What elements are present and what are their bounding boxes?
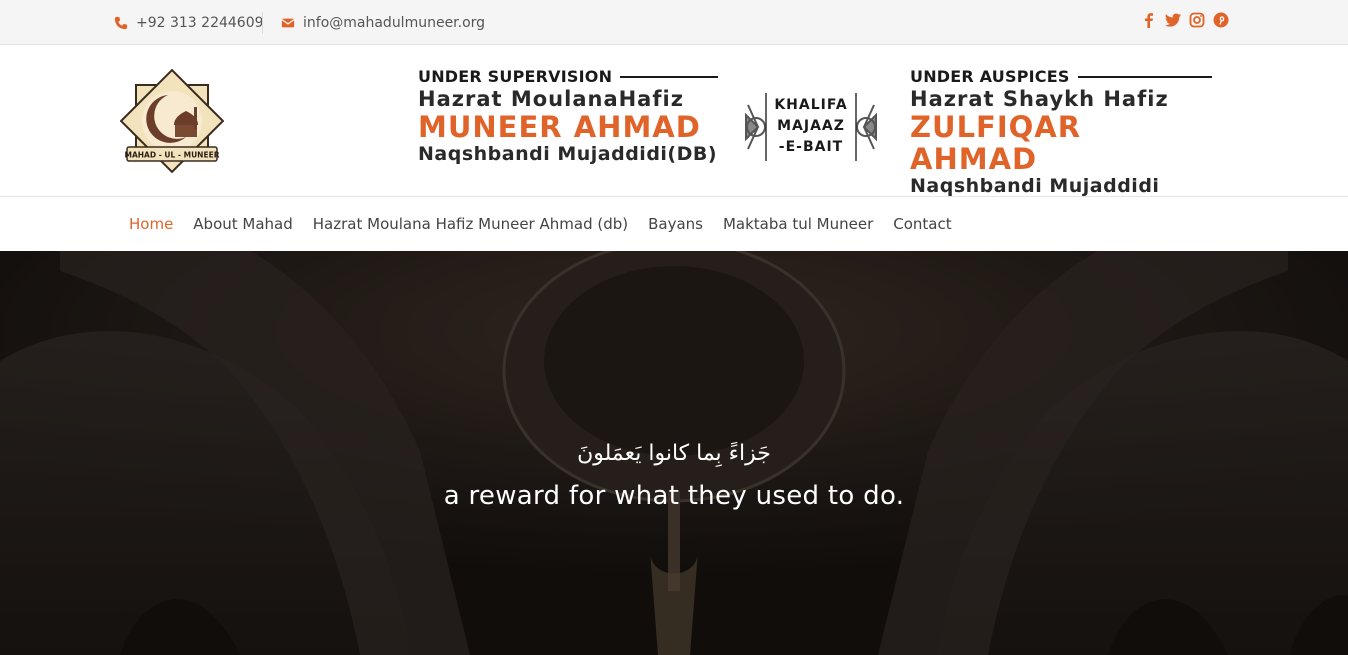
nav-item-maktaba[interactable]: Maktaba tul Muneer [723,215,873,233]
khalifa-line3: -E-BAIT [778,139,844,155]
auspices-kicker: UNDER AUSPICES [910,67,1212,86]
hero-arabic-verse: جَزاءً بِما كانوا يَعمَلونَ [577,441,771,466]
nav-item-hazrat-moulana[interactable]: Hazrat Moulana Hafiz Muneer Ahmad (db) [313,215,628,233]
hero-banner: جَزاءً بِما كانوا يَعمَلونَ a reward for… [0,251,1348,655]
nav-item-home[interactable]: Home [129,215,173,233]
instagram-icon[interactable] [1188,11,1206,29]
phone-icon [114,16,128,30]
phone-number[interactable]: +92 313 2244609 [136,15,264,31]
topbar-divider [262,12,263,34]
email-address[interactable]: info@mahadulmuneer.org [303,15,485,31]
mahad-logo[interactable]: MAHAD - UL - MUNEER [120,69,224,173]
email-contact[interactable]: info@mahadulmuneer.org [281,15,485,31]
supervisor-order: Naqshbandi Mujaddidi(DB) [418,143,718,165]
nav-item-bayans[interactable]: Bayans [648,215,703,233]
shaykh-name: ZULFIQAR AHMAD [910,110,1082,176]
supervision-kicker: UNDER SUPERVISION [418,67,718,86]
shaykh-title: Hazrat Shaykh Hafiz [910,87,1169,111]
kicker-rule [620,75,718,78]
auspices-label: UNDER AUSPICES [910,67,1070,86]
kicker-rule [1077,75,1212,78]
pinterest-icon[interactable] [1212,11,1230,29]
main-nav: Home About Mahad Hazrat Moulana Hafiz Mu… [0,197,1348,251]
supervision-block: UNDER SUPERVISION Hazrat MoulanaHafiz MU… [418,67,718,165]
supervisor-title: Hazrat MoulanaHafiz [418,87,684,111]
phone-contact[interactable]: +92 313 2244609 [114,15,264,31]
supervisor-name: MUNEER AHMAD [418,110,701,144]
khalifa-badge: KHALIFA MAJAAZ -E-BAIT [744,91,878,163]
supervision-label: UNDER SUPERVISION [418,67,613,86]
site-header: MAHAD - UL - MUNEER UNDER SUPERVISION Ha… [0,45,1348,219]
social-links [1140,11,1230,29]
khalifa-line1: KHALIFA [774,97,848,113]
top-bar: +92 313 2244609 info@mahadulmuneer.org [0,0,1348,45]
svg-text:MAHAD - UL - MUNEER: MAHAD - UL - MUNEER [125,151,220,160]
khalifa-line2: MAJAAZ [777,118,845,134]
twitter-icon[interactable] [1164,11,1182,29]
nav-item-contact[interactable]: Contact [893,215,951,233]
hero-english-translation: a reward for what they used to do. [443,481,905,511]
envelope-icon [281,18,295,28]
facebook-icon[interactable] [1140,11,1158,29]
nav-item-about-mahad[interactable]: About Mahad [193,215,292,233]
